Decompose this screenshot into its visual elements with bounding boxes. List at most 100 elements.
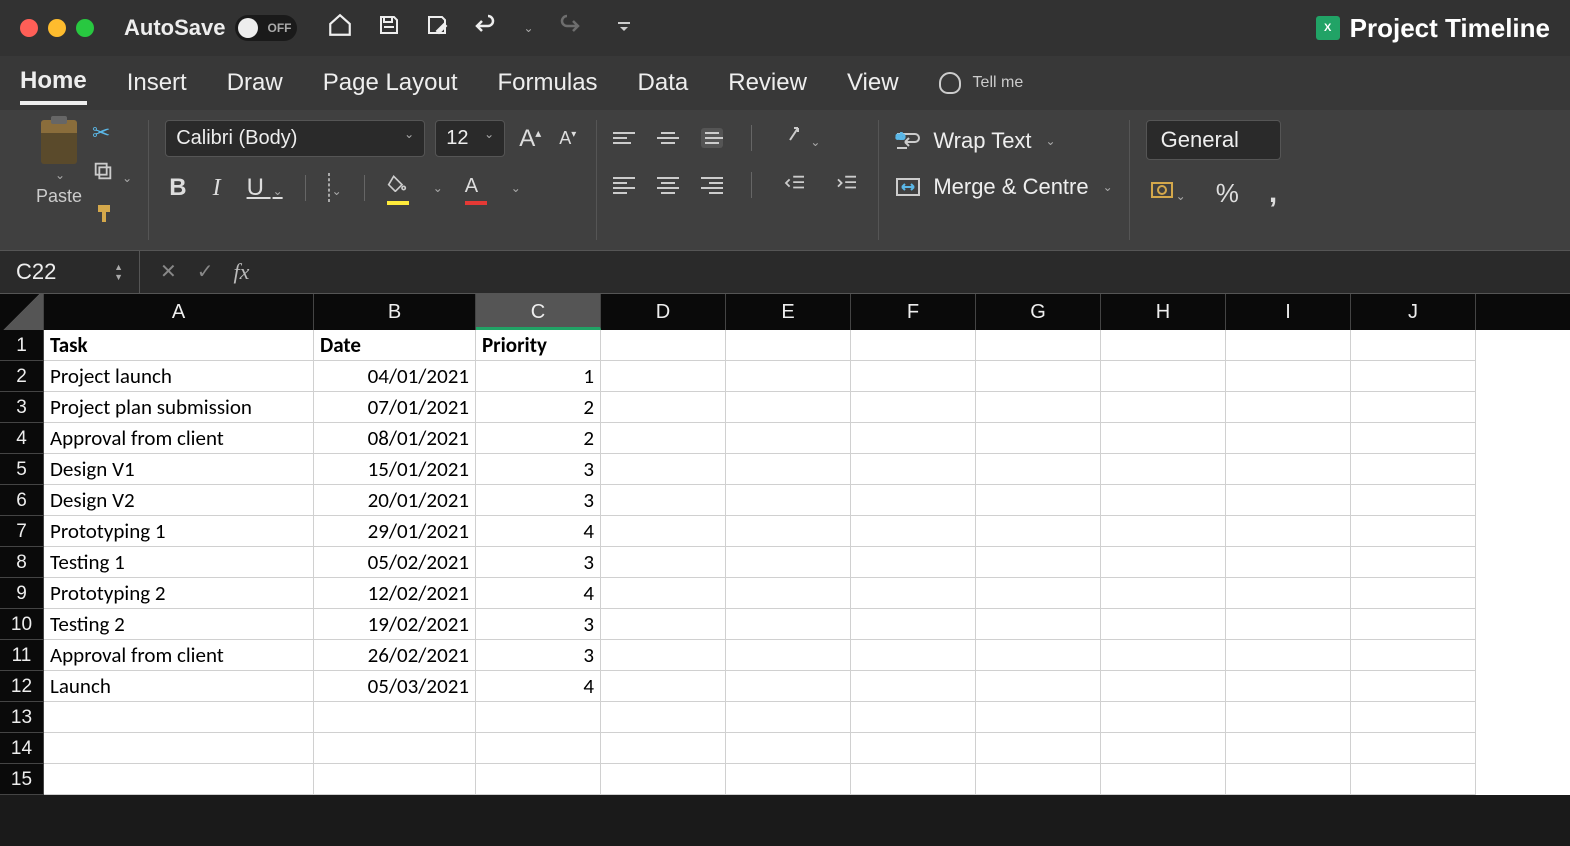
- align-center-icon[interactable]: [657, 177, 679, 194]
- edit-icon[interactable]: [425, 13, 449, 44]
- cell-G12[interactable]: [976, 671, 1101, 702]
- column-header-A[interactable]: A: [44, 294, 314, 330]
- cell-C11[interactable]: 3: [476, 640, 601, 671]
- cell-A1[interactable]: Task: [44, 330, 314, 361]
- column-header-E[interactable]: E: [726, 294, 851, 330]
- row-header-9[interactable]: 9: [0, 578, 44, 609]
- cell-G2[interactable]: [976, 361, 1101, 392]
- cell-B9[interactable]: 12/02/2021: [314, 578, 476, 609]
- cell-J8[interactable]: [1351, 547, 1476, 578]
- decrease-indent-icon[interactable]: [780, 169, 810, 201]
- cell-F8[interactable]: [851, 547, 976, 578]
- home-icon[interactable]: [327, 12, 353, 45]
- cell-G9[interactable]: [976, 578, 1101, 609]
- cell-E1[interactable]: [726, 330, 851, 361]
- cell-D14[interactable]: [601, 733, 726, 764]
- cell-I7[interactable]: [1226, 516, 1351, 547]
- column-header-C[interactable]: C: [476, 294, 601, 330]
- cell-E2[interactable]: [726, 361, 851, 392]
- row-header-6[interactable]: 6: [0, 485, 44, 516]
- cell-D15[interactable]: [601, 764, 726, 795]
- undo-dropdown-icon[interactable]: ⌄: [523, 21, 533, 35]
- cell-D3[interactable]: [601, 392, 726, 423]
- fx-icon[interactable]: fx: [234, 259, 250, 285]
- cell-A2[interactable]: Project launch: [44, 361, 314, 392]
- column-header-F[interactable]: F: [851, 294, 976, 330]
- cell-E11[interactable]: [726, 640, 851, 671]
- qat-customize-icon[interactable]: [616, 14, 632, 42]
- cell-C1[interactable]: Priority: [476, 330, 601, 361]
- cell-H4[interactable]: [1101, 423, 1226, 454]
- cell-E15[interactable]: [726, 764, 851, 795]
- tab-insert[interactable]: Insert: [127, 63, 187, 103]
- cell-A6[interactable]: Design V2: [44, 485, 314, 516]
- cell-J3[interactable]: [1351, 392, 1476, 423]
- row-header-7[interactable]: 7: [0, 516, 44, 547]
- increase-font-icon[interactable]: A▴: [515, 123, 545, 155]
- cell-B12[interactable]: 05/03/2021: [314, 671, 476, 702]
- cell-J12[interactable]: [1351, 671, 1476, 702]
- number-format-select[interactable]: General: [1146, 120, 1282, 160]
- autosave-toggle[interactable]: AutoSave OFF: [124, 15, 297, 41]
- cell-H7[interactable]: [1101, 516, 1226, 547]
- name-box[interactable]: C22 ▲▼: [0, 251, 140, 293]
- cell-H15[interactable]: [1101, 764, 1226, 795]
- cell-J5[interactable]: [1351, 454, 1476, 485]
- cell-G14[interactable]: [976, 733, 1101, 764]
- cell-F6[interactable]: [851, 485, 976, 516]
- cell-A5[interactable]: Design V1: [44, 454, 314, 485]
- cell-I8[interactable]: [1226, 547, 1351, 578]
- column-header-I[interactable]: I: [1226, 294, 1351, 330]
- cell-H5[interactable]: [1101, 454, 1226, 485]
- tab-data[interactable]: Data: [638, 63, 689, 103]
- cell-D12[interactable]: [601, 671, 726, 702]
- cell-A9[interactable]: Prototyping 2: [44, 578, 314, 609]
- cell-A15[interactable]: [44, 764, 314, 795]
- tab-review[interactable]: Review: [728, 63, 807, 103]
- cell-D5[interactable]: [601, 454, 726, 485]
- cell-B4[interactable]: 08/01/2021: [314, 423, 476, 454]
- cell-B15[interactable]: [314, 764, 476, 795]
- row-header-13[interactable]: 13: [0, 702, 44, 733]
- cell-J4[interactable]: [1351, 423, 1476, 454]
- cell-H13[interactable]: [1101, 702, 1226, 733]
- cell-A12[interactable]: Launch: [44, 671, 314, 702]
- cell-A11[interactable]: Approval from client: [44, 640, 314, 671]
- cell-E10[interactable]: [726, 609, 851, 640]
- cell-I12[interactable]: [1226, 671, 1351, 702]
- cell-J2[interactable]: [1351, 361, 1476, 392]
- row-header-2[interactable]: 2: [0, 361, 44, 392]
- tab-draw[interactable]: Draw: [227, 63, 283, 103]
- cell-D13[interactable]: [601, 702, 726, 733]
- column-header-D[interactable]: D: [601, 294, 726, 330]
- cell-B2[interactable]: 04/01/2021: [314, 361, 476, 392]
- cancel-formula-icon[interactable]: ✕: [160, 259, 177, 285]
- row-header-14[interactable]: 14: [0, 733, 44, 764]
- align-right-icon[interactable]: [701, 177, 723, 194]
- paste-button[interactable]: ⌄ Paste: [36, 120, 82, 207]
- autosave-switch[interactable]: OFF: [235, 15, 297, 41]
- cell-I3[interactable]: [1226, 392, 1351, 423]
- cell-I15[interactable]: [1226, 764, 1351, 795]
- cell-C4[interactable]: 2: [476, 423, 601, 454]
- cell-E6[interactable]: [726, 485, 851, 516]
- cell-I13[interactable]: [1226, 702, 1351, 733]
- cell-D4[interactable]: [601, 423, 726, 454]
- cell-D7[interactable]: [601, 516, 726, 547]
- cell-H11[interactable]: [1101, 640, 1226, 671]
- cell-I1[interactable]: [1226, 330, 1351, 361]
- cell-G6[interactable]: [976, 485, 1101, 516]
- cell-H3[interactable]: [1101, 392, 1226, 423]
- redo-icon[interactable]: [558, 13, 582, 44]
- cell-G15[interactable]: [976, 764, 1101, 795]
- row-header-10[interactable]: 10: [0, 609, 44, 640]
- cell-G11[interactable]: [976, 640, 1101, 671]
- cell-J7[interactable]: [1351, 516, 1476, 547]
- cell-J14[interactable]: [1351, 733, 1476, 764]
- bold-button[interactable]: B: [165, 172, 190, 204]
- cell-G1[interactable]: [976, 330, 1101, 361]
- cell-J1[interactable]: [1351, 330, 1476, 361]
- copy-icon[interactable]: ⌄: [92, 160, 132, 188]
- cell-F2[interactable]: [851, 361, 976, 392]
- row-header-1[interactable]: 1: [0, 330, 44, 361]
